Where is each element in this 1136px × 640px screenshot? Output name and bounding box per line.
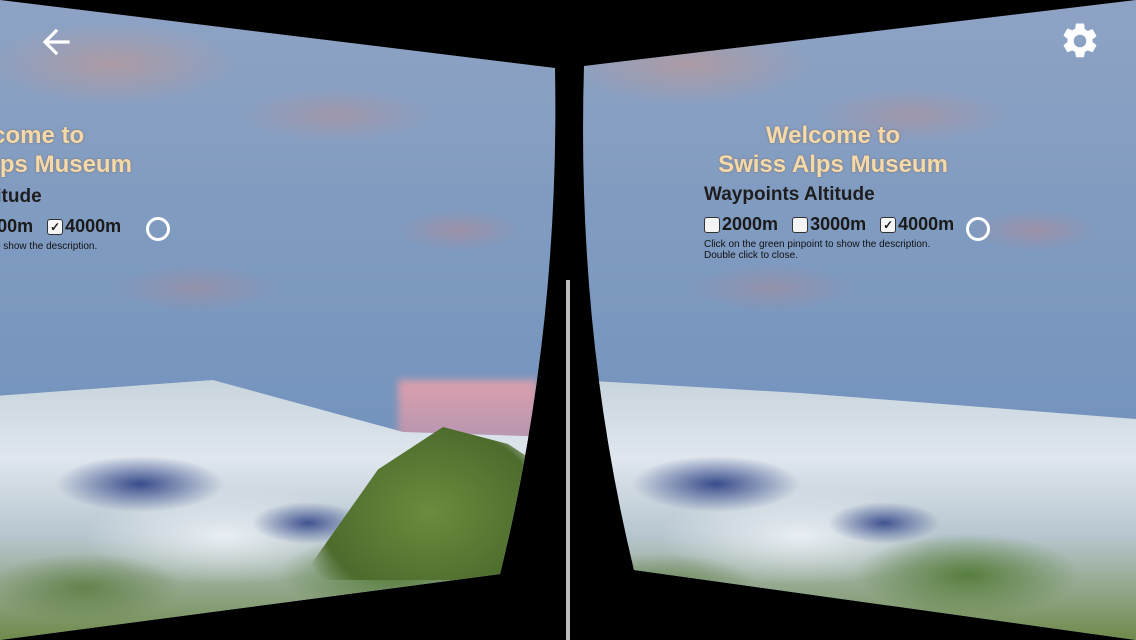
checkbox-4000m[interactable]: ✓ [880, 217, 896, 233]
back-button[interactable] [38, 24, 74, 60]
waypoints-title: Waypoints Altitude [1, 186, 42, 207]
checkbox-2000m[interactable] [704, 217, 720, 233]
right-eye-view: Welcome to Swiss Alps Museum Waypoints A… [576, 0, 1136, 640]
gaze-reticle [966, 217, 990, 241]
altitude-options: 2000m 3000m ✓4000m [0, 216, 121, 237]
left-scene: Welcome to Swiss Alps Museum Waypoints A… [0, 0, 560, 640]
option-3000m[interactable]: 3000m [792, 214, 866, 235]
option-4000m[interactable]: ✓ 4000m [880, 214, 954, 235]
checkbox-4000m[interactable]: ✓ [47, 219, 63, 235]
checkbox-3000m[interactable] [792, 217, 808, 233]
eye-divider-line [566, 280, 570, 640]
help-text-line-2: Double click to close. [704, 250, 798, 261]
option-3000m[interactable]: 3000m [0, 216, 33, 237]
gear-icon [1063, 23, 1097, 58]
welcome-line-2: Swiss Alps Museum [718, 151, 948, 178]
welcome-line-2: Swiss Alps Museum [0, 151, 132, 178]
left-eye-view: Welcome to Swiss Alps Museum Waypoints A… [0, 0, 560, 640]
settings-button[interactable] [1059, 20, 1101, 62]
arrow-left-icon [42, 28, 70, 56]
welcome-line-1: Welcome to [5, 122, 85, 149]
welcome-line-1: Welcome to [765, 122, 901, 149]
waypoints-panel: Waypoints Altitude 2000m 3000m ✓4000m Cl… [704, 184, 954, 261]
right-scene: Welcome to Swiss Alps Museum Waypoints A… [576, 0, 1136, 640]
option-2000m[interactable]: 2000m [704, 214, 778, 235]
waypoints-title: Waypoints Altitude [704, 184, 875, 205]
help-text-line-1: Click on the green pinpoint to show the … [3, 241, 98, 252]
option-4000m[interactable]: ✓ 4000m [47, 216, 121, 237]
waypoints-panel: Waypoints Altitude 2000m 3000m ✓4000m Cl… [0, 186, 121, 263]
mountain-terrain [576, 380, 1136, 640]
altitude-options: 2000m 3000m ✓4000m [704, 214, 954, 235]
welcome-panel: Welcome to Swiss Alps Museum [0, 121, 152, 179]
help-text-line-1: Click on the green pinpoint to show the … [704, 239, 931, 250]
help-text-line-2: Double click to close. [0, 252, 121, 263]
gaze-reticle [146, 217, 170, 241]
welcome-panel: Welcome to Swiss Alps Museum [698, 121, 968, 179]
